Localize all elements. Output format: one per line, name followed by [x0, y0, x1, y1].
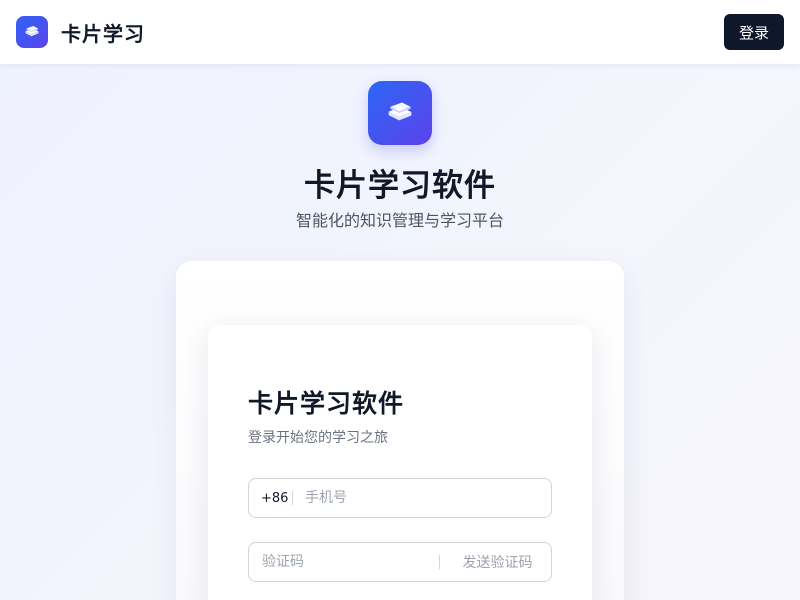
phone-input[interactable]	[293, 479, 551, 517]
brand[interactable]: 卡片学习	[16, 16, 145, 48]
brand-name: 卡片学习	[61, 21, 145, 46]
book-stack-icon	[368, 81, 432, 145]
hero-subtitle: 智能化的知识管理与学习平台	[295, 211, 504, 230]
form-subtitle: 登录开始您的学习之旅	[248, 430, 388, 446]
send-code-button[interactable]: 发送验证码	[440, 552, 551, 572]
book-stack-icon	[16, 16, 48, 48]
country-code[interactable]: +86	[249, 491, 292, 506]
verification-code-field: 发送验证码	[248, 542, 552, 582]
login-button[interactable]: 登录	[724, 14, 784, 50]
verification-code-input[interactable]	[249, 543, 439, 581]
hero-title: 卡片学习软件	[304, 168, 496, 204]
top-bar: 卡片学习 登录	[0, 0, 800, 64]
phone-field: +86	[248, 478, 552, 518]
form-title: 卡片学习软件	[248, 389, 405, 418]
